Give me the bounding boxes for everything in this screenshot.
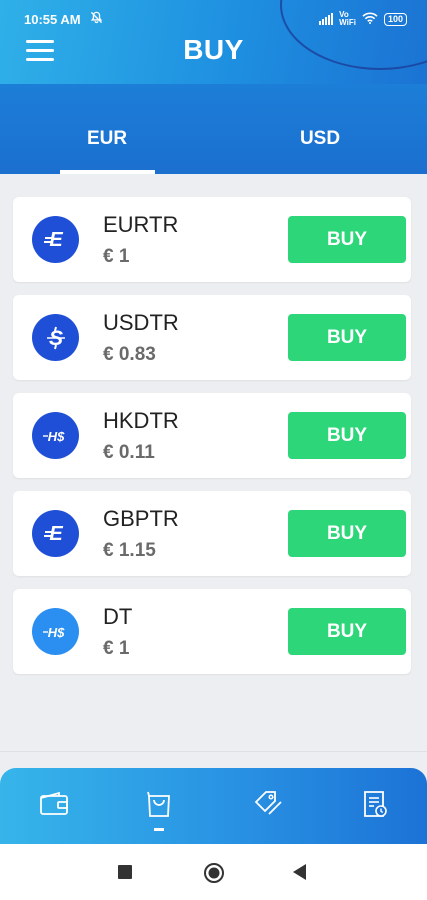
token-price: € 1: [103, 246, 130, 267]
history-receipt-icon[interactable]: [357, 786, 393, 822]
token-name: EURTR: [103, 212, 179, 237]
svg-text:E: E: [49, 229, 63, 251]
status-bar: 10:55 AM Vo WiFi 100: [0, 0, 427, 34]
tab-eur[interactable]: EUR: [0, 128, 214, 150]
token-price: € 0.83: [103, 344, 156, 365]
list-item: E GBPTR € 1.15 BUY: [13, 491, 411, 576]
euro-token-icon: E: [32, 216, 79, 263]
list-item: E EURTR € 1 BUY: [13, 197, 411, 282]
buy-button[interactable]: BUY: [288, 608, 406, 655]
buy-button[interactable]: BUY: [288, 314, 406, 361]
dollar-token-icon: S: [32, 314, 79, 361]
svg-text:H$: H$: [47, 429, 64, 444]
active-nav-indicator: [154, 828, 164, 831]
list-item: H$ HKDTR € 0.11 BUY: [13, 393, 411, 478]
status-time: 10:55 AM: [24, 12, 81, 27]
list-item: H$ DT € 1 BUY: [13, 589, 411, 674]
back-icon[interactable]: [293, 864, 307, 885]
home-icon[interactable]: [203, 862, 225, 889]
wifi-icon: [362, 12, 378, 27]
page-title: BUY: [183, 34, 244, 65]
list-item: S USDTR € 0.83 BUY: [13, 295, 411, 380]
tag-icon[interactable]: [250, 786, 286, 822]
token-name: DT: [103, 604, 133, 629]
svg-text:H$: H$: [47, 625, 64, 640]
recent-apps-icon[interactable]: [118, 865, 132, 884]
buy-button[interactable]: BUY: [288, 412, 406, 459]
signal-icon: [319, 13, 334, 25]
token-price: € 0.11: [103, 442, 155, 463]
bell-muted-icon: [90, 11, 103, 27]
tab-usd[interactable]: USD: [213, 128, 427, 150]
buy-button[interactable]: BUY: [288, 510, 406, 557]
buy-button[interactable]: BUY: [288, 216, 406, 263]
app-header: 10:55 AM Vo WiFi 100 BUY EUR USD: [0, 0, 427, 174]
active-tab-indicator: [60, 170, 155, 174]
token-name: HKDTR: [103, 408, 179, 433]
hkd-token-icon: H$: [32, 608, 79, 655]
system-navigation-bar: [0, 844, 427, 900]
token-price: € 1.15: [103, 540, 156, 561]
token-name: USDTR: [103, 310, 179, 335]
token-price: € 1: [103, 638, 130, 659]
wallet-icon[interactable]: [36, 786, 72, 822]
bottom-navigation: [0, 768, 427, 844]
euro-token-icon: E: [32, 510, 79, 557]
shopping-bag-icon[interactable]: [141, 786, 177, 822]
token-list: E EURTR € 1 BUY S USDTR € 0.83 BUY H$ HK…: [13, 197, 411, 687]
svg-text:E: E: [49, 523, 63, 545]
vowifi-label: Vo WiFi: [339, 10, 356, 27]
token-name: GBPTR: [103, 506, 179, 531]
hkd-token-icon: H$: [32, 412, 79, 459]
content-divider: [0, 751, 427, 752]
battery-indicator: 100: [383, 12, 407, 26]
